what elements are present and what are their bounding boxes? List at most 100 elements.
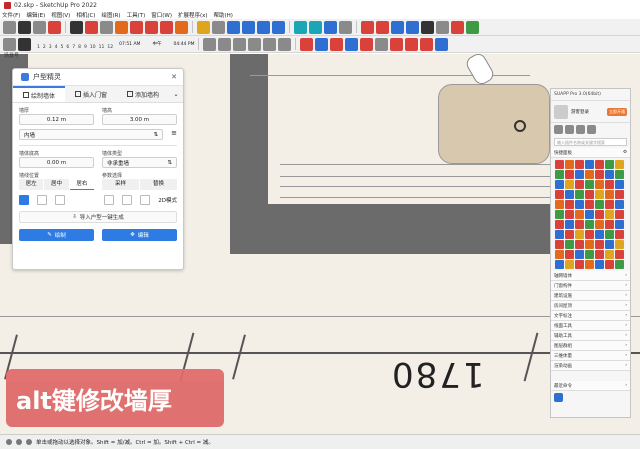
user-label[interactable]: 游客登录 xyxy=(571,109,589,115)
component-icon[interactable] xyxy=(294,20,307,34)
rotate-icon[interactable] xyxy=(145,20,158,34)
zoom-extents-icon[interactable] xyxy=(272,20,285,34)
plugin-icon[interactable] xyxy=(595,250,604,259)
plugin-icon[interactable] xyxy=(575,210,584,219)
plugin-icon[interactable] xyxy=(585,170,594,179)
position-left[interactable]: 居左 xyxy=(19,179,44,190)
plugin-icon[interactable] xyxy=(615,170,624,179)
plugin-icon[interactable] xyxy=(575,230,584,239)
plugin-icon[interactable] xyxy=(605,190,614,199)
wall-thickness-field[interactable]: 0.12 m xyxy=(19,114,94,125)
solid-tools-icon[interactable] xyxy=(18,37,31,51)
category-item[interactable]: 建筑设施 › xyxy=(551,291,630,301)
plugin-icon[interactable] xyxy=(575,250,584,259)
mode-2d-label[interactable]: 2D模式 xyxy=(158,196,177,204)
plugin-icon[interactable] xyxy=(605,260,614,269)
shadows-icon[interactable] xyxy=(466,20,479,34)
geo-icon[interactable] xyxy=(16,439,22,445)
tab-insert-door[interactable]: 插入门窗 xyxy=(65,86,117,102)
category-item[interactable]: 文字标注 › xyxy=(551,311,630,321)
layer-icon[interactable] xyxy=(3,37,16,51)
follow-me-icon[interactable] xyxy=(361,20,374,34)
menu-camera[interactable]: 相机(C) xyxy=(76,11,95,19)
offset-icon[interactable] xyxy=(175,20,188,34)
intersect-icon[interactable] xyxy=(376,20,389,34)
plugin-icon[interactable] xyxy=(575,180,584,189)
edit-button[interactable]: ✥ 编辑 xyxy=(102,229,177,241)
top-view-icon[interactable] xyxy=(315,37,329,51)
plugin-icon[interactable] xyxy=(555,170,564,179)
category-item[interactable]: 图层群组 › xyxy=(551,341,630,351)
plugin-icon[interactable] xyxy=(565,230,574,239)
plugin-icon[interactable] xyxy=(595,220,604,229)
folder-icon[interactable] xyxy=(565,125,574,134)
plugin-icon[interactable] xyxy=(615,240,624,249)
plugin-icon[interactable] xyxy=(565,240,574,249)
styles-icon[interactable] xyxy=(451,20,464,34)
plugin-icon[interactable] xyxy=(575,190,584,199)
plugin-icon[interactable] xyxy=(605,160,614,169)
recent-command-icon[interactable] xyxy=(554,393,563,402)
orbit-icon[interactable] xyxy=(227,20,240,34)
gear-icon[interactable] xyxy=(576,125,585,134)
tape-measure-icon[interactable] xyxy=(197,20,210,34)
plugin-icon[interactable] xyxy=(575,260,584,269)
plugin-icon[interactable] xyxy=(585,160,594,169)
suapp-search-input[interactable]: 输入插件名称或关键字搜索 xyxy=(554,138,627,146)
plugin-icon[interactable] xyxy=(615,220,624,229)
plugin-icon[interactable] xyxy=(555,240,564,249)
wall-height-field[interactable]: 3.00 m xyxy=(102,114,177,125)
plugin-icon[interactable] xyxy=(605,240,614,249)
wireframe-icon[interactable] xyxy=(233,37,247,51)
plugin-icon[interactable] xyxy=(595,240,604,249)
plugin-tool-icon[interactable] xyxy=(420,37,434,51)
select-arrow-icon[interactable] xyxy=(18,20,31,34)
plugin-icon[interactable] xyxy=(605,230,614,239)
line-pencil-icon[interactable] xyxy=(70,20,83,34)
right-view-icon[interactable] xyxy=(345,37,359,51)
layout-icon[interactable] xyxy=(122,195,133,205)
plugin-icon[interactable] xyxy=(605,220,614,229)
plugin-icon[interactable] xyxy=(565,200,574,209)
plugin-icon[interactable] xyxy=(615,160,624,169)
scale-icon[interactable] xyxy=(160,20,173,34)
category-item[interactable]: 房间屋顶 › xyxy=(551,301,630,311)
info-icon[interactable] xyxy=(6,439,12,445)
rect-tool-icon[interactable] xyxy=(37,195,47,205)
avatar[interactable] xyxy=(554,104,568,119)
push-pull-icon[interactable] xyxy=(115,20,128,34)
plugin-icon[interactable] xyxy=(565,210,574,219)
draw-button[interactable]: ✎ 绘制 xyxy=(19,229,94,241)
plugin-icon[interactable] xyxy=(565,170,574,179)
star-icon[interactable] xyxy=(587,125,596,134)
menu-view[interactable]: 视图(V) xyxy=(51,11,70,19)
eraser-icon[interactable] xyxy=(33,20,46,34)
category-item[interactable]: 辅助工具 › xyxy=(551,331,630,341)
back-view-icon[interactable] xyxy=(360,37,374,51)
plugin-icon[interactable] xyxy=(615,260,624,269)
paint-bucket-icon[interactable] xyxy=(48,20,61,34)
menu-edit[interactable]: 编辑(E) xyxy=(26,11,45,19)
menu-window[interactable]: 窗口(W) xyxy=(151,11,172,19)
arc-tool-icon[interactable] xyxy=(55,195,65,205)
wall-tool-icon[interactable] xyxy=(19,195,29,205)
pan-icon[interactable] xyxy=(242,20,255,34)
plugin-icon[interactable] xyxy=(585,240,594,249)
plugin-icon[interactable] xyxy=(565,160,574,169)
plugin-icon[interactable] xyxy=(615,250,624,259)
plugin-icon[interactable] xyxy=(585,210,594,219)
plugin-icon[interactable] xyxy=(615,190,624,199)
shaded-icon[interactable] xyxy=(263,37,277,51)
plugin-icon[interactable] xyxy=(565,190,574,199)
gear-icon[interactable]: ⚙ xyxy=(623,150,627,155)
plugin-icon[interactable] xyxy=(595,180,604,189)
plugin-icon[interactable] xyxy=(605,170,614,179)
plugin-icon[interactable] xyxy=(555,230,564,239)
import-floorplan-button[interactable]: ⇩ 导入户型一键生成 xyxy=(19,211,177,223)
user-icon[interactable] xyxy=(339,20,352,34)
plugin-icon[interactable] xyxy=(585,260,594,269)
grid-icon[interactable] xyxy=(104,195,115,205)
menu-file[interactable]: 文件(F) xyxy=(2,11,20,19)
shadow-month-ruler[interactable]: 1 2 3 4 5 6 7 8 9 10 11 12 xyxy=(37,38,113,50)
category-item[interactable]: 渲染动画 › xyxy=(551,361,630,371)
